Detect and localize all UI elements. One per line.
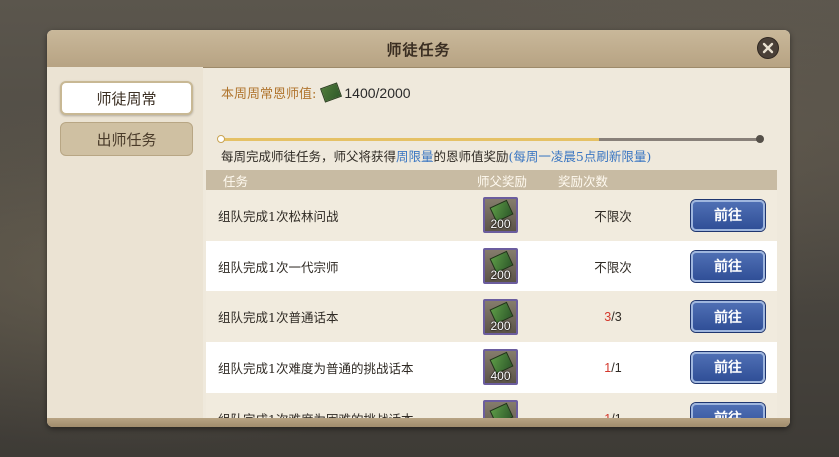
reward-amount: 200 <box>490 268 511 283</box>
reward-item[interactable]: 200 <box>483 248 518 285</box>
table-row: 组队完成1次松林问战 200 不限次 前往 <box>206 190 777 241</box>
weekly-label: 本周周常恩师值: <box>221 87 317 102</box>
table-body: 组队完成1次松林问战 200 不限次 前往 组队完成1次一代宗师 200 不限次 前往 组队完成… <box>206 190 777 427</box>
desc-refresh-note: (每周一凌晨5点刷新限量) <box>508 149 652 164</box>
task-name: 组队完成1次一代宗师 <box>218 259 339 275</box>
dialog-title: 师徒任务 <box>386 41 451 59</box>
go-button[interactable]: 前往 <box>691 250 765 282</box>
reward-item[interactable]: 200 <box>483 298 518 335</box>
close-icon <box>762 42 774 54</box>
table-row: 组队完成1次一代宗师 200 不限次 前往 <box>206 240 777 292</box>
close-button[interactable] <box>757 37 779 59</box>
header-count: 奖励次数 <box>557 173 608 189</box>
task-name: 组队完成1次松林问战 <box>218 208 339 224</box>
desc-text-1: 每周完成师徒任务，师父将获得 <box>221 149 397 164</box>
reward-count: 1/1 <box>563 360 663 375</box>
weekly-value: 1400/2000 <box>344 84 411 101</box>
progress-start-dot <box>217 135 225 143</box>
desc-weekly-limit: 周限量 <box>396 149 434 164</box>
count-unlimited: 不限次 <box>594 208 632 224</box>
dialog-bottom-edge <box>47 418 790 427</box>
mentor-ticket-icon <box>320 82 343 103</box>
dialog-titlebar: 师徒任务 <box>47 30 790 68</box>
reward-item[interactable]: 400 <box>483 349 518 386</box>
progress-end-dot <box>756 135 764 143</box>
mentor-task-dialog: 师徒任务 师徒周常 出师任务 本周周常恩师值: 1400/2000 每周完成师徒… <box>47 30 790 427</box>
weekly-progress-fill <box>221 138 599 141</box>
header-task: 任务 <box>223 173 249 189</box>
task-table: 任务 师父奖励 奖励次数 组队完成1次松林问战 200 不限次 前往 组队完成1次一代宗… <box>206 170 777 427</box>
weekly-description: 每周完成师徒任务，师父将获得周限量的恩师值奖励(每周一凌晨5点刷新限量) <box>221 146 651 165</box>
go-button[interactable]: 前往 <box>691 301 765 333</box>
count-total: /1 <box>611 360 622 375</box>
count-unlimited: 不限次 <box>594 259 632 275</box>
main-content: 本周周常恩师值: 1400/2000 每周完成师徒任务，师父将获得周限量的恩师值… <box>203 67 790 427</box>
reward-count: 不限次 <box>563 257 663 276</box>
weekly-progress-bar <box>217 135 764 143</box>
weekly-mentor-value: 本周周常恩师值: 1400/2000 <box>221 82 411 103</box>
go-button[interactable]: 前往 <box>691 351 765 383</box>
count-total: /3 <box>611 310 622 325</box>
reward-amount: 200 <box>490 318 511 333</box>
desc-text-2: 的恩师值奖励 <box>433 149 509 164</box>
reward-amount: 400 <box>490 369 511 384</box>
table-row: 组队完成1次难度为普通的挑战话本 400 1/1 前往 <box>206 342 777 393</box>
reward-item[interactable]: 200 <box>483 197 518 234</box>
task-name: 组队完成1次普通话本 <box>218 310 339 326</box>
table-header: 任务 师父奖励 奖励次数 <box>206 170 777 190</box>
task-name: 组队完成1次难度为普通的挑战话本 <box>218 360 414 376</box>
table-row: 组队完成1次普通话本 200 3/3 前往 <box>206 291 777 343</box>
go-button[interactable]: 前往 <box>691 199 765 231</box>
reward-amount: 200 <box>490 217 511 232</box>
tab-graduation-task[interactable]: 出师任务 <box>60 122 193 156</box>
reward-count: 3/3 <box>563 309 663 324</box>
sidebar: 师徒周常 出师任务 <box>47 67 203 418</box>
reward-count: 不限次 <box>563 206 663 225</box>
header-reward: 师父奖励 <box>476 173 527 189</box>
tab-weekly-mentor[interactable]: 师徒周常 <box>60 81 193 115</box>
